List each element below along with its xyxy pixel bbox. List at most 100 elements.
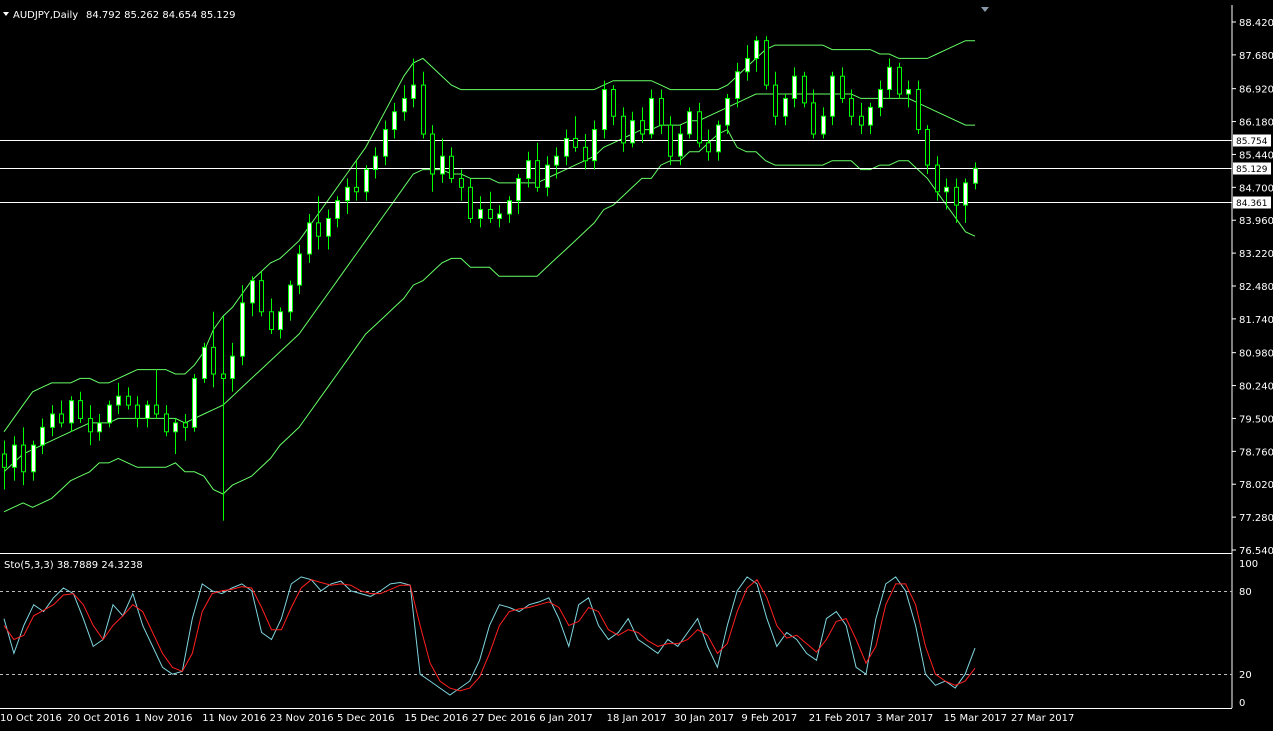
candle-body-bull xyxy=(345,186,350,202)
candle-body-bear xyxy=(640,120,645,135)
time-axis-label: 3 Mar 2017 xyxy=(876,713,933,724)
candle-body-bull xyxy=(97,422,102,433)
candle-body-bear xyxy=(621,115,626,144)
candle-body-bear xyxy=(611,89,616,117)
price-tick-label: 86.920 xyxy=(1239,85,1273,96)
time-axis-label: 5 Dec 2016 xyxy=(337,713,395,724)
candle-body-bull xyxy=(230,355,235,379)
candle-body-bull xyxy=(630,120,635,144)
stochastic-label: Sto(5,3,3) 38.7889 24.3238 xyxy=(4,560,143,571)
chart-ohlc: 84.792 85.262 84.654 85.129 xyxy=(86,10,236,21)
price-tag-label: 85.129 xyxy=(1236,165,1268,175)
price-tick-label: 76.540 xyxy=(1239,546,1273,557)
candle-body-bull xyxy=(392,111,397,131)
trading-chart: AUDJPY,Daily 84.792 85.262 84.654 85.129… xyxy=(0,0,1273,731)
candle-body-bull xyxy=(297,253,302,286)
candle-body-bear xyxy=(2,453,7,468)
stochastic-tick-label: 0 xyxy=(1239,698,1245,709)
candle xyxy=(764,36,769,90)
time-axis-label: 10 Oct 2016 xyxy=(0,713,62,724)
candle-body-bull xyxy=(545,164,550,188)
price-tick-label: 81.740 xyxy=(1239,315,1273,326)
candle-body-bull xyxy=(944,186,949,193)
time-axis-label: 23 Nov 2016 xyxy=(270,713,334,724)
candle-body-bear xyxy=(135,404,140,419)
candle-body-bull xyxy=(373,155,378,171)
candle-body-bear xyxy=(659,97,664,126)
price-tick-label: 80.240 xyxy=(1239,382,1273,393)
candle-body-bull xyxy=(602,89,607,131)
candle xyxy=(107,400,112,428)
candle-body-bear xyxy=(811,102,816,135)
time-axis-label: 15 Dec 2016 xyxy=(404,713,468,724)
chart-symbol: AUDJPY,Daily xyxy=(13,10,78,21)
candle-body-bear xyxy=(764,40,769,86)
candle-body-bull xyxy=(307,222,312,255)
time-axis-label: 15 Mar 2017 xyxy=(944,713,1007,724)
candle-body-bear xyxy=(802,75,807,104)
candle-body-bull xyxy=(364,169,369,193)
price-tick-label: 85.440 xyxy=(1239,150,1273,161)
price-tick-label: 83.220 xyxy=(1239,249,1273,260)
candle xyxy=(602,80,607,139)
candle-body-bear xyxy=(925,129,930,166)
price-tick-label: 79.500 xyxy=(1239,414,1273,425)
candle-body-bull xyxy=(526,160,531,179)
candle-body-bull xyxy=(497,213,502,219)
price-tick-label: 77.280 xyxy=(1239,513,1273,524)
candle-body-bear xyxy=(773,84,778,117)
candle-body-bull xyxy=(963,182,968,206)
candle-body-bear xyxy=(849,97,854,117)
candle-body-bear xyxy=(488,209,493,219)
price-tag-label: 84.361 xyxy=(1236,199,1268,209)
candle-body-bull xyxy=(592,129,597,162)
time-axis-label: 6 Jan 2017 xyxy=(539,713,593,724)
candle-body-bull xyxy=(478,209,483,219)
candle-body-bear xyxy=(354,186,359,193)
candle-body-bull xyxy=(288,284,293,313)
candle-body-bull xyxy=(40,426,45,446)
price-tick-label: 78.760 xyxy=(1239,447,1273,458)
candle-body-bear xyxy=(421,84,426,135)
candle-body-bull xyxy=(50,413,55,428)
candle-body-bull xyxy=(725,97,730,126)
price-tick-label: 86.180 xyxy=(1239,118,1273,129)
price-tag-label: 85.754 xyxy=(1236,137,1268,147)
chart-background xyxy=(0,0,1273,731)
time-axis-label: 18 Jan 2017 xyxy=(607,713,667,724)
candle-body-bull xyxy=(250,280,255,304)
candle-body-bear xyxy=(211,346,216,375)
candle-body-bear xyxy=(430,133,435,175)
candle-body-bear xyxy=(59,413,64,424)
candle-body-bull xyxy=(192,377,197,428)
candle-body-bull xyxy=(440,155,445,175)
time-axis-label: 9 Feb 2017 xyxy=(741,713,797,724)
candle-body-bear xyxy=(573,137,578,148)
candle-body-bear xyxy=(668,124,673,157)
candle-body-bull xyxy=(516,177,521,202)
candle-body-bull xyxy=(687,111,692,135)
candle-body-bear xyxy=(697,111,702,144)
candle-body-bull xyxy=(12,444,17,468)
stochastic-tick-label: 80 xyxy=(1239,587,1252,598)
candle-body-bear xyxy=(916,89,921,131)
price-tick-label: 82.480 xyxy=(1239,282,1273,293)
candle-body-bull xyxy=(745,57,750,73)
candle-body-bear xyxy=(954,186,959,206)
time-axis-label: 30 Jan 2017 xyxy=(674,713,734,724)
candle-body-bull xyxy=(116,395,121,406)
candle-body-bear xyxy=(706,142,711,153)
candle-body-bull xyxy=(783,97,788,117)
candle-body-bull xyxy=(754,40,759,59)
candle-body-bull xyxy=(554,155,559,166)
price-tick-label: 83.960 xyxy=(1239,216,1273,227)
candle-body-bull xyxy=(240,302,245,357)
candle-body-bear xyxy=(221,373,226,379)
candle-body-bull xyxy=(735,71,740,99)
candle-body-bull xyxy=(507,200,512,215)
candle-body-bull xyxy=(326,217,331,237)
candle xyxy=(897,62,902,99)
price-tick-label: 84.700 xyxy=(1239,183,1273,194)
candle-body-bull xyxy=(202,346,207,379)
candle xyxy=(687,107,692,139)
